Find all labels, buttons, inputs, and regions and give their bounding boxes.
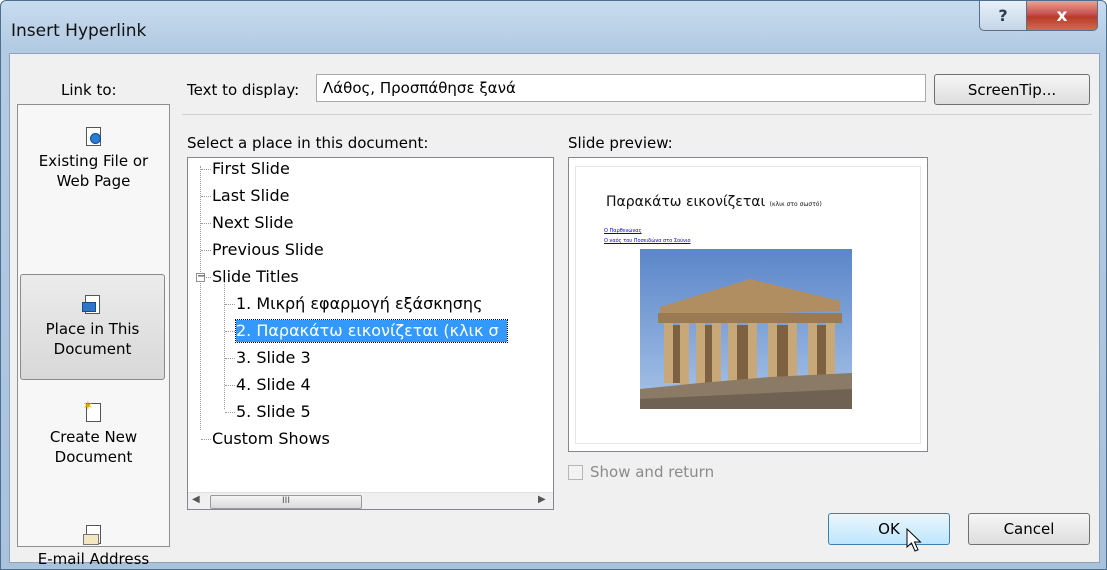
text-to-display-label: Text to display: xyxy=(187,81,300,99)
link-to-place-in-document[interactable]: Place in This Document xyxy=(20,274,165,380)
document-place-tree[interactable]: First Slide Last Slide Next Slide Previo… xyxy=(187,157,554,510)
existing-file-label-2: Web Page xyxy=(56,172,131,190)
cancel-label: Cancel xyxy=(1003,520,1055,538)
title-bar[interactable]: Insert Hyperlink ? x xyxy=(1,1,1106,53)
tree-item-slide-1[interactable]: 1. Μικρή εφαρμογή εξάσκησης xyxy=(236,293,482,315)
screentip-button[interactable]: ScreenTip... xyxy=(934,74,1090,105)
scroll-thumb[interactable]: III xyxy=(210,495,362,509)
link-to-email[interactable]: E-mail Address xyxy=(19,523,168,569)
show-and-return-label: Show and return xyxy=(590,463,715,481)
tree-item-first-slide[interactable]: First Slide xyxy=(212,158,290,180)
email-label: E-mail Address xyxy=(37,550,150,568)
text-to-display-value: Λάθος, Προσπάθησε ξανά xyxy=(323,79,516,97)
collapse-slide-titles-icon[interactable]: − xyxy=(196,272,205,282)
link-to-label: Link to: xyxy=(61,81,117,99)
help-button[interactable]: ? xyxy=(979,1,1027,31)
create-new-label-2: Document xyxy=(54,448,133,466)
existing-file-label-1: Existing File or xyxy=(38,152,149,170)
link-to-create-new[interactable]: ✶ Create New Document xyxy=(19,400,168,481)
create-new-label-1: Create New xyxy=(49,428,138,446)
slide-bullets: Ο Παρθενώνας Ο ναός του Ποσειδώνα στο Σο… xyxy=(604,226,691,246)
select-place-label: Select a place in this document: xyxy=(187,134,429,152)
link-to-existing-file[interactable]: Existing File or Web Page xyxy=(19,125,168,235)
ok-label: OK xyxy=(878,520,900,538)
cancel-button[interactable]: Cancel xyxy=(968,513,1090,545)
new-document-icon: ✶ xyxy=(83,400,105,425)
slide-thumbnail: Παρακάτω εικονίζεται (κλικ στο σωστό) Ο … xyxy=(575,166,921,444)
place-in-document-icon xyxy=(81,293,104,317)
slide-title: Παρακάτω εικονίζεται (κλικ στο σωστό) xyxy=(606,194,822,210)
email-icon xyxy=(82,523,105,547)
place-in-document-label-1: Place in This xyxy=(45,320,140,338)
slide-preview-panel: Παρακάτω εικονίζεται (κλικ στο σωστό) Ο … xyxy=(568,157,928,452)
mouse-cursor-icon xyxy=(906,528,922,552)
link-to-bar: Existing File or Web Page Place in This … xyxy=(17,104,170,568)
dialog-title: Insert Hyperlink xyxy=(11,21,147,41)
close-button[interactable]: x xyxy=(1026,1,1098,31)
ok-button[interactable]: OK xyxy=(828,513,950,545)
close-icon: x xyxy=(1056,5,1068,26)
tree-item-previous-slide[interactable]: Previous Slide xyxy=(212,239,324,261)
text-to-display-input[interactable]: Λάθος, Προσπάθησε ξανά xyxy=(316,74,926,102)
tree-item-slide-5[interactable]: 5. Slide 5 xyxy=(236,401,311,423)
slide-preview-label: Slide preview: xyxy=(568,134,673,152)
slide-bullet-2: Ο ναός του Ποσειδώνα στο Σούνιο xyxy=(604,238,691,244)
tree-item-slide-3[interactable]: 3. Slide 3 xyxy=(236,347,311,369)
parthenon-photo xyxy=(640,249,852,409)
show-and-return-checkbox[interactable] xyxy=(568,465,583,480)
scroll-right-icon[interactable]: ▶ xyxy=(538,494,546,505)
tree-item-slide-2[interactable]: 2. Παρακάτω εικονίζεται (κλικ σ xyxy=(235,319,508,343)
tree-item-slide-4[interactable]: 4. Slide 4 xyxy=(236,374,311,396)
tree-item-last-slide[interactable]: Last Slide xyxy=(212,185,289,207)
help-icon: ? xyxy=(998,6,1008,25)
dialog-body: Link to: Existing File or Web Page Place… xyxy=(9,53,1100,568)
insert-hyperlink-dialog: Insert Hyperlink ? x Link to: Existing F… xyxy=(0,0,1107,570)
separator xyxy=(182,114,1092,115)
scroll-left-icon[interactable]: ◀ xyxy=(192,494,200,505)
existing-file-icon xyxy=(83,125,105,149)
tree-item-custom-shows[interactable]: Custom Shows xyxy=(212,428,330,450)
place-in-document-label-2: Document xyxy=(53,340,132,358)
tree-horizontal-scrollbar[interactable]: ◀ III ▶ xyxy=(188,492,553,509)
tree-item-next-slide[interactable]: Next Slide xyxy=(212,212,293,234)
slide-bullet-1: Ο Παρθενώνας xyxy=(604,228,642,234)
tree-item-slide-titles[interactable]: Slide Titles xyxy=(212,266,299,288)
